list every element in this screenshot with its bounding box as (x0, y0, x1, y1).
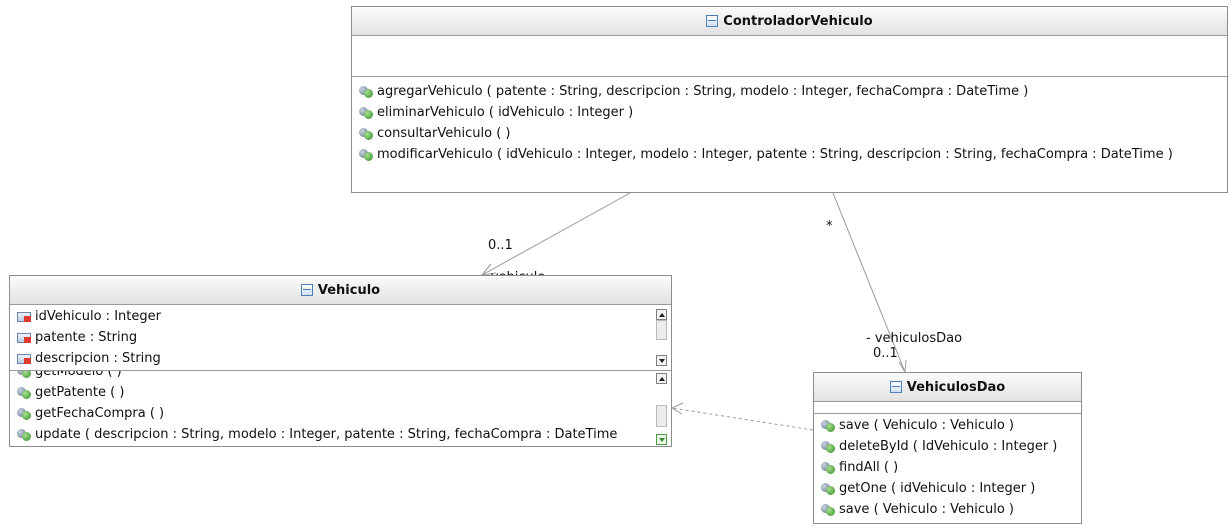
attribute-compartment (352, 36, 1227, 77)
operation-label: getPatente ( ) (35, 385, 125, 400)
operation-row[interactable]: agregarVehiculo ( patente : String, desc… (352, 81, 1227, 102)
attribute-compartment (814, 402, 1081, 414)
attribute-label: descripcion : String (35, 351, 161, 366)
attribute-row[interactable]: patente : String (10, 327, 671, 348)
operation-row[interactable]: getPatente ( ) (10, 382, 671, 403)
scroll-thumb[interactable] (656, 320, 667, 340)
operation-row[interactable]: update ( descripcion : String, modelo : … (10, 424, 671, 445)
role-vehiculos-dao: - vehiculosDao (866, 331, 963, 346)
attribute-icon (17, 332, 31, 343)
attribute-label: idVehiculo : Integer (35, 309, 161, 324)
operation-icon (17, 386, 31, 399)
attribute-icon (17, 311, 31, 322)
operation-icon (359, 148, 373, 161)
dependency-line (671, 407, 814, 431)
operation-compartment: save ( Vehiculo : Vehiculo ) deleteById … (814, 414, 1081, 520)
operation-label: save ( Vehiculo : Vehiculo ) (839, 418, 1014, 433)
operation-label: deleteById ( IdVehiculo : Integer ) (839, 439, 1058, 454)
operation-label: eliminarVehiculo ( idVehiculo : Integer … (377, 105, 634, 120)
class-icon (300, 284, 313, 296)
operation-compartment: agregarVehiculo ( patente : String, desc… (352, 77, 1227, 165)
attribute-scrollbar[interactable] (656, 305, 669, 370)
class-vehiculos-dao[interactable]: VehiculosDao save ( Vehiculo : Vehiculo … (813, 372, 1082, 524)
operation-icon (359, 127, 373, 140)
operation-list: getModelo ( ) getPatente ( ) getFechaCom… (10, 371, 671, 445)
operation-label: modificarVehiculo ( idVehiculo : Integer… (377, 147, 1173, 162)
class-icon (706, 15, 719, 27)
operation-icon (821, 440, 835, 453)
operation-row[interactable]: eliminarVehiculo ( idVehiculo : Integer … (352, 102, 1227, 123)
operation-icon (821, 503, 835, 516)
scroll-down-button[interactable] (656, 355, 667, 366)
operation-label: consultarVehiculo ( ) (377, 126, 511, 141)
operation-label: save ( Vehiculo : Vehiculo ) (839, 502, 1014, 517)
operation-icon (821, 419, 835, 432)
scroll-thumb[interactable] (656, 405, 667, 427)
operation-compartment: getModelo ( ) getPatente ( ) getFechaCom… (10, 371, 671, 446)
operation-scrollbar[interactable] (656, 371, 669, 446)
attribute-label: patente : String (35, 330, 138, 345)
operation-label: getModelo ( ) (35, 371, 122, 379)
operation-icon (359, 85, 373, 98)
attribute-icon (17, 353, 31, 364)
operation-row[interactable]: save ( Vehiculo : Vehiculo ) (814, 415, 1081, 436)
operation-row[interactable]: getOne ( idVehiculo : Integer ) (814, 478, 1081, 499)
multiplicity-vehiculo: 0..1 (488, 238, 513, 253)
class-header[interactable]: ControladorVehiculo (352, 7, 1227, 36)
operation-row[interactable]: consultarVehiculo ( ) (352, 123, 1227, 144)
scroll-up-button[interactable] (656, 309, 667, 320)
operation-icon (359, 106, 373, 119)
operation-label: update ( descripcion : String, modelo : … (35, 427, 618, 442)
operation-icon (17, 407, 31, 420)
operation-icon (17, 371, 31, 378)
operation-icon (821, 482, 835, 495)
association-line-vehiculo (481, 192, 631, 276)
class-header[interactable]: VehiculosDao (814, 373, 1081, 402)
attribute-row[interactable]: idVehiculo : Integer (10, 306, 671, 327)
class-header[interactable]: Vehiculo (10, 276, 671, 305)
class-name: ControladorVehiculo (723, 13, 873, 29)
operation-row[interactable]: getModelo ( ) (10, 371, 671, 382)
attribute-compartment: idVehiculo : Integer patente : String de… (10, 305, 671, 371)
scroll-up-button[interactable] (656, 373, 667, 384)
class-controlador-vehiculo[interactable]: ControladorVehiculo agregarVehiculo ( pa… (351, 6, 1228, 193)
multiplicity-vehiculos-dao: 0..1 (873, 346, 898, 361)
class-icon (889, 381, 902, 393)
class-name: VehiculosDao (906, 379, 1006, 395)
operation-row[interactable]: modificarVehiculo ( idVehiculo : Integer… (352, 144, 1227, 165)
scroll-down-button[interactable] (656, 434, 667, 445)
operation-row[interactable]: getFechaCompra ( ) (10, 403, 671, 424)
multiplicity-ctrl-dao-source: * (826, 219, 833, 234)
operation-label: getOne ( idVehiculo : Integer ) (839, 481, 1036, 496)
operation-icon (17, 428, 31, 441)
class-vehiculo[interactable]: Vehiculo idVehiculo : Integer patente : … (9, 275, 672, 447)
class-name: Vehiculo (317, 282, 381, 298)
operation-row[interactable]: findAll ( ) (814, 457, 1081, 478)
operation-label: getFechaCompra ( ) (35, 406, 165, 421)
dependency-arrow (670, 402, 684, 415)
operation-icon (821, 461, 835, 474)
operation-row[interactable]: save ( Vehiculo : Vehiculo ) (814, 499, 1081, 520)
operation-row[interactable]: deleteById ( IdVehiculo : Integer ) (814, 436, 1081, 457)
operation-label: agregarVehiculo ( patente : String, desc… (377, 84, 1029, 99)
attribute-row[interactable]: descripcion : String (10, 348, 671, 369)
operation-label: findAll ( ) (839, 460, 899, 475)
